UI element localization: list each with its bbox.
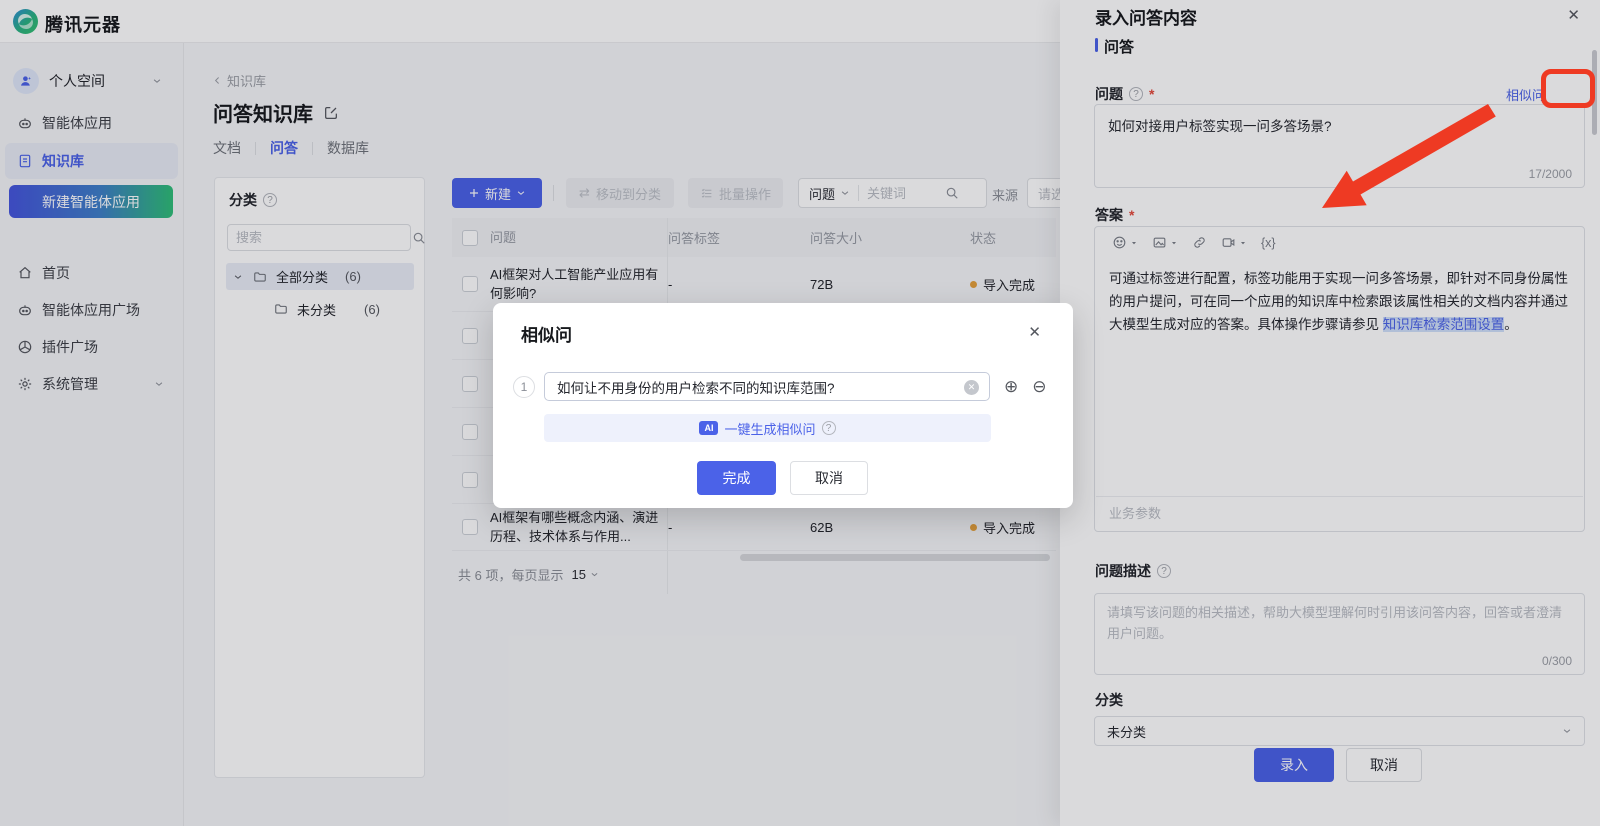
remove-row-icon[interactable]: ⊖ [1032,378,1046,395]
annotation-highlight-box [1541,69,1595,108]
similar-question-input-wrap: ✕ [544,372,990,401]
row-index-badge: 1 [513,376,535,398]
clear-input-icon[interactable]: ✕ [964,380,979,395]
generate-similar-button[interactable]: AI 一键生成相似问 ? [544,414,991,442]
app-window: 腾讯元器 个人空间 智能体应用 知识库 新建智能体应用 首页 智能体应用广场 [0,0,1600,826]
ai-badge-icon: AI [699,421,718,435]
similar-question-row: 1 ✕ ⊕ ⊖ [513,372,1047,401]
similar-question-input[interactable] [545,373,989,400]
help-icon[interactable]: ? [822,421,836,435]
add-row-icon[interactable]: ⊕ [1004,378,1018,395]
modal-confirm-button[interactable]: 完成 [697,461,776,495]
modal-cancel-button[interactable]: 取消 [790,461,868,495]
annotation-arrow [1300,95,1510,220]
similar-question-modal: 相似问 ✕ 1 ✕ ⊕ ⊖ AI 一键生成相似问 ? 完成 取消 [493,303,1073,508]
modal-title: 相似问 [521,321,572,346]
close-icon[interactable]: ✕ [1028,323,1041,341]
